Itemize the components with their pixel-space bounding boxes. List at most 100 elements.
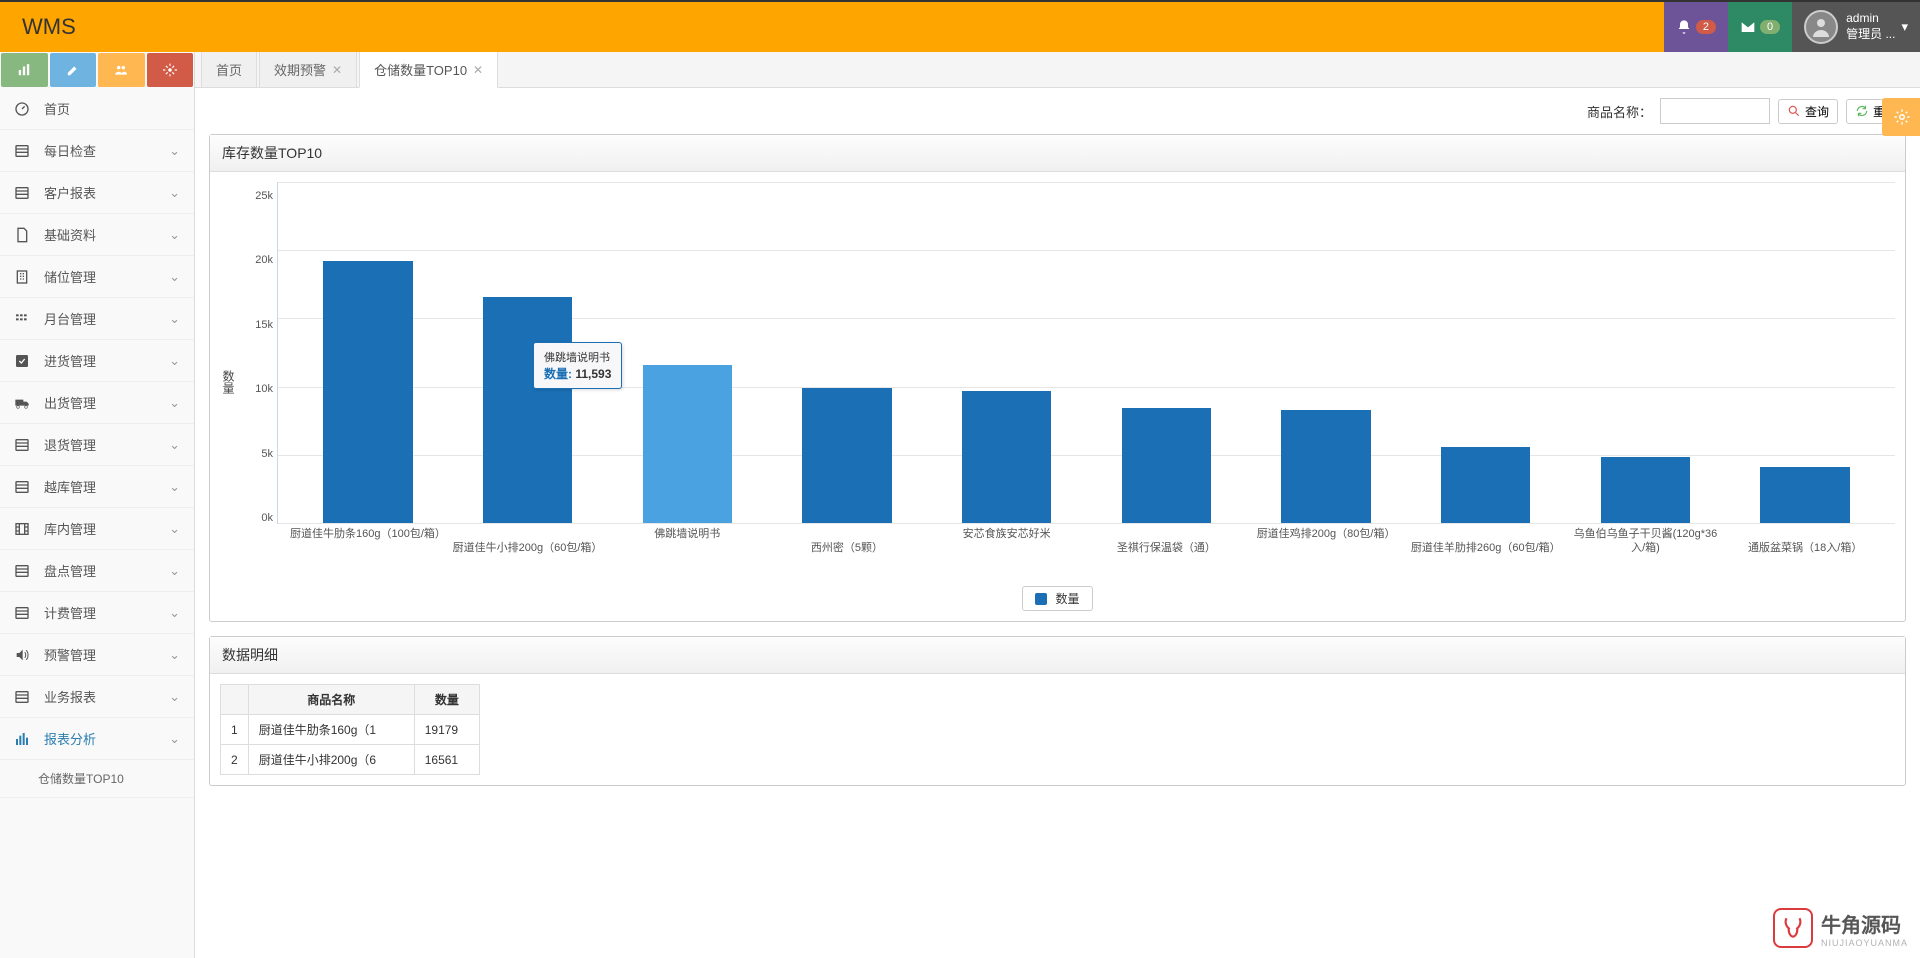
bar-2[interactable] (607, 182, 767, 523)
y-axis: 25k20k15k10k5k0k (243, 182, 277, 582)
table-row[interactable]: 2 厨道佳牛小排200g（6 16561 (221, 745, 480, 775)
quick-users-button[interactable] (98, 53, 145, 87)
notif-badge: 2 (1696, 20, 1716, 34)
tab-1[interactable]: 效期预警✕ (259, 52, 357, 87)
table-panel: 数据明细 商品名称数量 1 厨道佳牛肋条160g（1 191792 厨道佳牛小排… (209, 636, 1906, 786)
y-tick: 5k (261, 448, 273, 460)
close-icon[interactable]: ✕ (332, 63, 342, 77)
sidebar-item-3[interactable]: 基础资料 ⌄ (0, 214, 194, 256)
dashboard-icon (14, 101, 34, 117)
x-label2-9: 通版盆菜锅（18入/箱） (1725, 541, 1885, 555)
sidebar-item-label: 每日检查 (44, 141, 169, 160)
list-icon (14, 143, 34, 159)
y-tick: 25k (255, 190, 273, 202)
table-header: 商品名称 (248, 685, 414, 715)
bell-icon (1676, 19, 1692, 35)
chart-panel: 库存数量TOP10 数量 25k20k15k10k5k0k 厨道佳牛肋条160g… (209, 134, 1906, 622)
sidebar-item-15[interactable]: 报表分析 ⌄ (0, 718, 194, 760)
legend-item[interactable]: 数量 (1022, 586, 1092, 611)
table-header: 数量 (414, 685, 479, 715)
quick-stats-button[interactable] (1, 53, 48, 87)
bar-rect (483, 297, 572, 523)
settings-drawer-toggle[interactable] (1882, 98, 1920, 136)
envelope-icon (1740, 19, 1756, 35)
bar-0[interactable] (288, 182, 448, 523)
bar-rect (323, 261, 412, 523)
sidebar-item-label: 报表分析 (44, 729, 169, 748)
chevron-down-icon: ⌄ (169, 647, 180, 663)
user-menu[interactable]: admin 管理员 ... ▾ (1792, 2, 1920, 52)
table-header (221, 685, 249, 715)
sidebar-item-7[interactable]: 出货管理 ⌄ (0, 382, 194, 424)
film-icon (14, 521, 34, 537)
sidebar-item-label: 进货管理 (44, 351, 169, 370)
check-icon (14, 353, 34, 369)
messages-button[interactable]: 0 (1728, 2, 1792, 52)
bar-9[interactable] (1725, 182, 1885, 523)
bar-3[interactable] (767, 182, 927, 523)
sidebar-item-label: 业务报表 (44, 687, 169, 706)
chevron-down-icon: ⌄ (169, 731, 180, 747)
list-icon (14, 689, 34, 705)
tab-label: 仓储数量TOP10 (374, 60, 467, 79)
sidebar-item-4[interactable]: 储位管理 ⌄ (0, 256, 194, 298)
chevron-down-icon: ⌄ (169, 395, 180, 411)
sidebar-item-label: 盘点管理 (44, 561, 169, 580)
table-row[interactable]: 1 厨道佳牛肋条160g（1 19179 (221, 715, 480, 745)
bar-6[interactable] (1246, 182, 1406, 523)
sidebar-item-12[interactable]: 计费管理 ⌄ (0, 592, 194, 634)
building-icon (14, 269, 34, 285)
user-info: admin 管理员 ... (1846, 11, 1895, 42)
sidebar-item-label: 首页 (44, 99, 180, 118)
notifications-button[interactable]: 2 (1664, 2, 1728, 52)
sidebar-item-13[interactable]: 预警管理 ⌄ (0, 634, 194, 676)
search-button[interactable]: 查询 (1778, 99, 1838, 124)
bar-rect (1601, 457, 1690, 523)
list-icon (14, 605, 34, 621)
bar-7[interactable] (1406, 182, 1566, 523)
submenu-item-active[interactable]: 仓储数量TOP10 (0, 760, 194, 798)
chevron-down-icon: ⌄ (169, 353, 180, 369)
x-label2-2 (607, 541, 767, 555)
bar-8[interactable] (1566, 182, 1726, 523)
close-icon[interactable]: ✕ (473, 63, 483, 77)
user-role: 管理员 ... (1846, 27, 1895, 43)
row-idx: 2 (221, 745, 249, 775)
product-name-label: 商品名称： (1587, 102, 1652, 121)
bar-rect (962, 391, 1051, 523)
sidebar-item-2[interactable]: 客户报表 ⌄ (0, 172, 194, 214)
sidebar-item-9[interactable]: 越库管理 ⌄ (0, 466, 194, 508)
sidebar-item-label: 月台管理 (44, 309, 169, 328)
refresh-icon (1855, 104, 1869, 118)
quick-edit-button[interactable] (50, 53, 97, 87)
sidebar-item-6[interactable]: 进货管理 ⌄ (0, 340, 194, 382)
caret-down-icon: ▾ (1901, 19, 1908, 35)
chevron-down-icon: ⌄ (169, 311, 180, 327)
sidebar-item-14[interactable]: 业务报表 ⌄ (0, 676, 194, 718)
bar-rect (1441, 447, 1530, 523)
sidebar-item-1[interactable]: 每日检查 ⌄ (0, 130, 194, 172)
quick-settings-button[interactable] (147, 53, 194, 87)
x-label2-1: 厨道佳牛小排200g（60包/箱） (448, 541, 608, 555)
product-name-input[interactable] (1660, 98, 1770, 124)
sidebar-item-0[interactable]: 首页 (0, 88, 194, 130)
sidebar-item-8[interactable]: 退货管理 ⌄ (0, 424, 194, 466)
sidebar-item-11[interactable]: 盘点管理 ⌄ (0, 550, 194, 592)
sidebar-item-label: 退货管理 (44, 435, 169, 454)
bar-1[interactable] (448, 182, 608, 523)
bar-4[interactable] (927, 182, 1087, 523)
tab-2[interactable]: 仓储数量TOP10 ✕ (359, 52, 498, 88)
row-qty: 19179 (414, 715, 479, 745)
bar-5[interactable] (1087, 182, 1247, 523)
chevron-down-icon: ⌄ (169, 143, 180, 159)
content-area: 商品名称： 查询 重置 库存数量TOP10 数量 25k20k15k10k5k0… (195, 88, 1920, 958)
chevron-down-icon: ⌄ (169, 605, 180, 621)
x-label2-4 (927, 541, 1087, 555)
tab-0[interactable]: 首页 (201, 52, 257, 87)
row-name: 厨道佳牛肋条160g（1 (248, 715, 414, 745)
sidebar-item-10[interactable]: 库内管理 ⌄ (0, 508, 194, 550)
list-icon (14, 479, 34, 495)
sidebar-item-label: 出货管理 (44, 393, 169, 412)
sidebar-item-5[interactable]: 月台管理 ⌄ (0, 298, 194, 340)
sidebar-item-label: 计费管理 (44, 603, 169, 622)
